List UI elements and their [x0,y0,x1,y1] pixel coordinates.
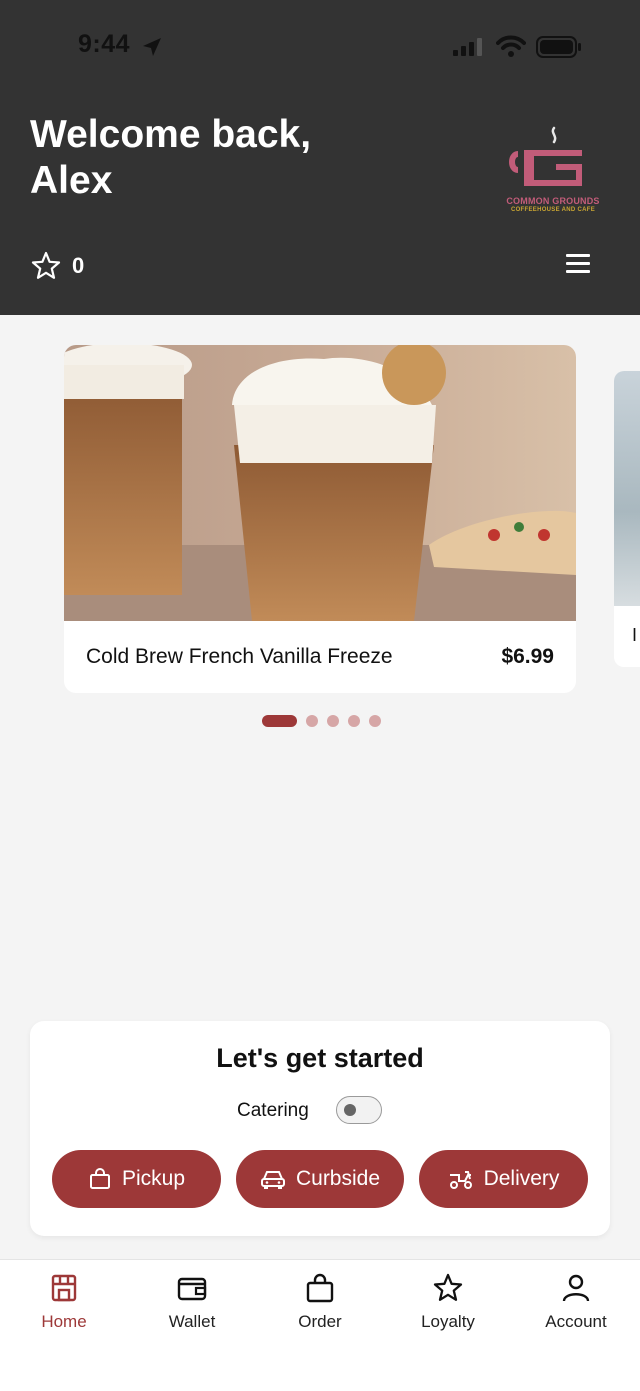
pagination-dot[interactable] [306,715,318,727]
next-promo-title: I [632,625,638,645]
points-count: 0 [72,253,85,278]
promo-title: Cold Brew French Vanilla Freeze [86,645,393,668]
wifi-icon [496,35,526,57]
promo-card[interactable]: Cold Brew French Vanilla Freeze $6.99 [64,345,576,693]
delivery-button[interactable]: Delivery [419,1150,588,1208]
toggle-knob [344,1104,356,1116]
promo-price: $6.99 [501,645,554,668]
battery-icon [536,36,581,58]
curbside-button[interactable]: Curbside [236,1150,404,1208]
pagination-dot[interactable] [369,715,381,727]
shopping-bag-icon [306,1273,334,1303]
loyalty-points[interactable]: 0 [30,250,84,282]
cup-logo-icon [509,126,582,186]
shopping-bag-icon [89,1168,110,1189]
catering-label: Catering [237,1100,309,1121]
status-bar: 9:44 [0,0,640,95]
bottom-tab-bar: Home Wallet Order Loyalty Account [0,1259,640,1391]
tab-account-label: Account [545,1312,607,1331]
header: 9:44 Welcome back, Alex COMMON GROUNDS C… [0,0,640,315]
promo-drink-image [64,345,576,621]
person-icon [562,1274,590,1302]
tab-home-label: Home [41,1312,87,1331]
tab-order-label: Order [298,1312,342,1331]
tab-account[interactable]: Account [521,1272,631,1342]
tab-loyalty-label: Loyalty [421,1312,475,1331]
get-started-panel: Let's get started Catering Pickup Curbsi… [30,1021,610,1236]
tab-order[interactable]: Order [265,1272,375,1342]
status-time: 9:44 [78,30,131,58]
pickup-button[interactable]: Pickup [52,1150,221,1208]
tab-loyalty[interactable]: Loyalty [393,1272,503,1342]
tab-wallet-label: Wallet [168,1312,216,1331]
carousel-pagination [262,714,390,728]
storefront-icon [51,1274,77,1302]
next-promo-card[interactable]: I [614,371,640,667]
hamburger-menu-icon[interactable] [566,254,598,278]
scooter-icon [449,1171,472,1189]
tab-home[interactable]: Home [9,1272,119,1342]
logo-subtitle: COFFEEHOUSE AND CAFE [510,207,596,213]
tab-wallet[interactable]: Wallet [137,1272,247,1342]
star-icon [433,1273,463,1301]
pagination-dot[interactable] [327,715,339,727]
wallet-icon [177,1277,207,1301]
pickup-label: Pickup [121,1167,186,1190]
delivery-label: Delivery [483,1167,560,1190]
pagination-dot[interactable] [348,715,360,727]
catering-toggle[interactable] [336,1096,382,1124]
car-icon [260,1171,285,1189]
welcome-heading: Welcome back, Alex [30,113,312,202]
get-started-title: Let's get started [216,1043,424,1073]
curbside-label: Curbside [295,1167,381,1190]
pagination-dot-active[interactable] [262,715,297,727]
cellular-signal-icon [453,38,482,56]
brand-logo: COMMON GROUNDS COFFEEHOUSE AND CAFE [496,124,610,216]
star-icon [31,251,61,279]
next-promo-image [614,371,640,606]
location-arrow-icon [143,38,161,56]
logo-name: COMMON GROUNDS [506,196,600,206]
